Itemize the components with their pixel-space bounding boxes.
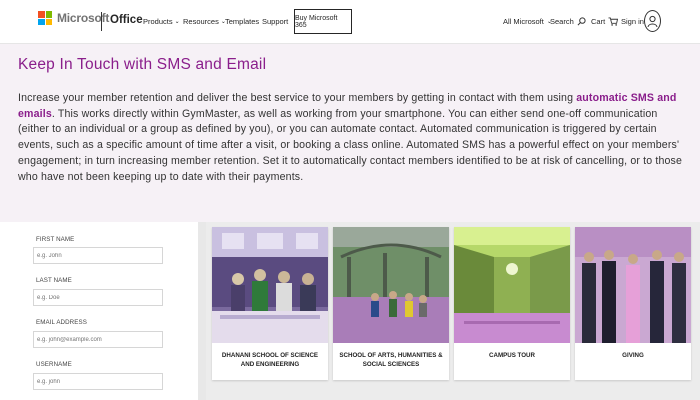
- email-field[interactable]: [33, 331, 163, 348]
- science-lab-photo: [212, 227, 328, 343]
- panel-divider: [198, 222, 206, 400]
- courtyard-photo: [333, 227, 449, 343]
- campus-photo: [454, 227, 570, 343]
- card-giving[interactable]: GIVING: [575, 227, 691, 380]
- last-name-label: LAST NAME: [36, 277, 72, 284]
- search-button[interactable]: Search: [550, 17, 586, 26]
- cart-icon: [608, 17, 619, 26]
- card-caption: CAMPUS TOUR: [489, 352, 535, 359]
- nav-templates[interactable]: Templates: [225, 17, 259, 26]
- cart-button[interactable]: Cart: [591, 17, 619, 26]
- intro-paragraph: Increase your member retention and deliv…: [18, 91, 684, 185]
- intro-text-before: Increase your member retention and deliv…: [18, 92, 577, 104]
- nav-resources[interactable]: Resources ⌄: [183, 17, 226, 26]
- card-arts-humanities[interactable]: SCHOOL OF ARTS, HUMANITIES & SOCIAL SCIE…: [333, 227, 449, 380]
- card-caption: SCHOOL OF ARTS, HUMANITIES & SOCIAL SCIE…: [339, 352, 443, 368]
- nav-support-label: Support: [262, 17, 289, 26]
- product-name[interactable]: Office: [110, 14, 143, 26]
- avatar[interactable]: [644, 10, 661, 32]
- cart-label: Cart: [591, 17, 606, 26]
- card-campus-tour[interactable]: CAMPUS TOUR: [454, 227, 570, 380]
- search-icon: [577, 17, 586, 26]
- microsoft-logo[interactable]: Microsoft: [38, 11, 109, 25]
- buy-microsoft-365-button[interactable]: Buy Microsoft 365: [294, 9, 352, 34]
- giving-photo: [575, 227, 691, 343]
- header-divider: [101, 12, 102, 31]
- all-microsoft-label: All Microsoft: [503, 17, 544, 26]
- nav-support[interactable]: Support: [262, 17, 288, 26]
- signup-form: FIRST NAME LAST NAME EMAIL ADDRESS USERN…: [0, 222, 198, 400]
- site-header: Microsoft Office Products ⌄ Resources ⌄ Te…: [0, 0, 700, 44]
- username-label: USERNAME: [36, 361, 72, 368]
- intro-text-after: . This works directly within GymMaster, …: [18, 107, 683, 183]
- sign-in-link[interactable]: Sign in: [621, 17, 644, 26]
- user-icon: [647, 15, 658, 27]
- all-microsoft-menu[interactable]: All Microsoft ⌄: [503, 17, 552, 26]
- last-name-field[interactable]: [33, 289, 163, 306]
- first-name-field[interactable]: [33, 247, 163, 264]
- chevron-down-icon: ⌄: [174, 19, 180, 25]
- first-name-label: FIRST NAME: [36, 236, 75, 243]
- card-science-engineering[interactable]: DHANANI SCHOOL OF SCIENCE AND ENGINEERIN…: [212, 227, 328, 380]
- microsoft-logo-icon: [38, 11, 52, 25]
- search-label: Search: [550, 17, 574, 26]
- nav-products-label: Products: [143, 17, 173, 26]
- email-label: EMAIL ADDRESS: [36, 319, 87, 326]
- card-caption: DHANANI SCHOOL OF SCIENCE AND ENGINEERIN…: [221, 352, 319, 368]
- sign-in-label: Sign in: [621, 17, 644, 26]
- nav-resources-label: Resources: [183, 17, 219, 26]
- school-cards: DHANANI SCHOOL OF SCIENCE AND ENGINEERIN…: [206, 222, 700, 400]
- username-field[interactable]: [33, 373, 163, 390]
- nav-templates-label: Templates: [225, 17, 260, 26]
- section-title: Keep In Touch with SMS and Email: [18, 56, 267, 73]
- nav-products[interactable]: Products ⌄: [143, 17, 180, 26]
- card-caption: GIVING: [622, 352, 644, 359]
- intro-section: Keep In Touch with SMS and Email Increas…: [0, 44, 700, 222]
